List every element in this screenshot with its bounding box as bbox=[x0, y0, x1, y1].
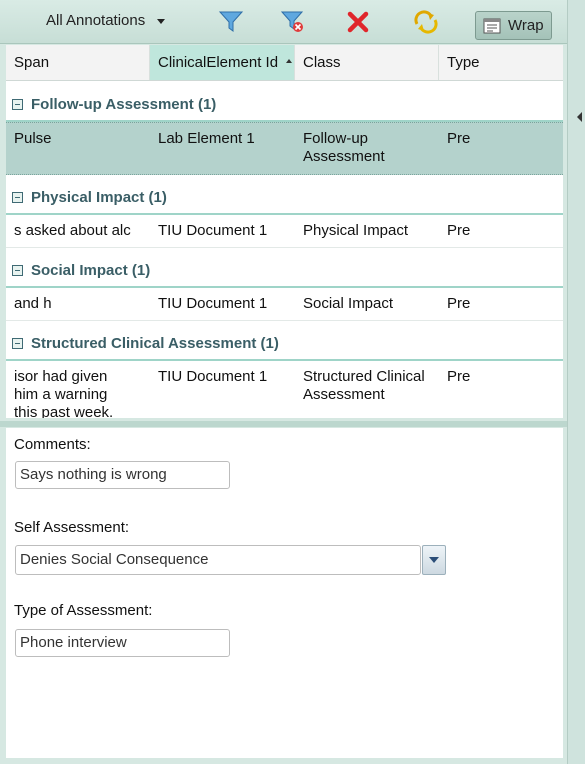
collapse-icon[interactable] bbox=[12, 192, 23, 203]
table-row[interactable]: s asked about alc TIU Document 1 Physica… bbox=[6, 215, 563, 248]
grid-header: Span ClinicalElement Id Class Type bbox=[6, 45, 563, 81]
chevron-down-icon[interactable] bbox=[422, 545, 446, 575]
cell-type: Pre bbox=[447, 130, 471, 147]
annotation-detail-form: Comments: Says nothing is wrong Self Ass… bbox=[6, 428, 563, 758]
column-header-clinical-element-id[interactable]: ClinicalElement Id bbox=[150, 45, 295, 80]
group-label: Structured Clinical Assessment (1) bbox=[31, 335, 279, 352]
self-assessment-select[interactable]: Denies Social Consequence bbox=[15, 545, 421, 575]
group-header-follow-up-assessment[interactable]: Follow-up Assessment (1) bbox=[6, 87, 563, 122]
annotation-filter-dropdown[interactable]: All Annotations bbox=[46, 9, 166, 33]
collapse-icon[interactable] bbox=[12, 265, 23, 276]
annotation-filter-label: All Annotations bbox=[46, 12, 146, 29]
table-row[interactable]: Pulse Lab Element 1 Follow-up Assessment… bbox=[6, 122, 563, 175]
wrap-button[interactable]: Wrap bbox=[475, 11, 552, 40]
splitter[interactable] bbox=[0, 421, 567, 427]
refresh-icon[interactable] bbox=[413, 10, 439, 34]
cell-clinical-element-id: TIU Document 1 bbox=[158, 222, 268, 239]
cell-span: isor had given him a warning this past w… bbox=[14, 368, 114, 418]
filter-icon[interactable] bbox=[218, 10, 244, 34]
cell-class: Structured Clinical Assessment bbox=[303, 368, 425, 403]
cell-type: Pre bbox=[447, 295, 471, 312]
cell-type: Pre bbox=[447, 222, 471, 239]
type-of-assessment-label: Type of Assessment: bbox=[14, 602, 153, 619]
annotation-toolbar: All Annotations Wrap bbox=[0, 0, 567, 44]
column-header-clinical-element-id-label: ClinicalElement Id bbox=[158, 54, 279, 71]
side-panel-collapse-bar[interactable] bbox=[567, 0, 585, 764]
cell-clinical-element-id: TIU Document 1 bbox=[158, 295, 268, 312]
type-of-assessment-field[interactable]: Phone interview bbox=[15, 629, 230, 657]
group-header-structured-clinical-assessment[interactable]: Structured Clinical Assessment (1) bbox=[6, 326, 563, 361]
cell-span: and h bbox=[14, 295, 52, 312]
table-row[interactable]: isor had given him a warning this past w… bbox=[6, 361, 563, 418]
table-row[interactable]: and h TIU Document 1 Social Impact Pre bbox=[6, 288, 563, 321]
group-label: Physical Impact (1) bbox=[31, 189, 167, 206]
column-header-type[interactable]: Type bbox=[439, 45, 563, 80]
delete-icon[interactable] bbox=[345, 10, 371, 34]
chevron-down-icon bbox=[157, 18, 166, 24]
cell-type: Pre bbox=[447, 368, 471, 385]
cell-clinical-element-id: TIU Document 1 bbox=[158, 368, 268, 385]
cell-class: Physical Impact bbox=[303, 222, 409, 239]
column-header-span[interactable]: Span bbox=[6, 45, 150, 80]
comments-label: Comments: bbox=[14, 436, 91, 453]
clear-filter-icon[interactable] bbox=[280, 10, 306, 34]
cell-span: Pulse bbox=[14, 130, 52, 147]
comments-field[interactable]: Says nothing is wrong bbox=[15, 461, 230, 489]
wrap-icon bbox=[483, 18, 501, 34]
chevron-left-icon[interactable] bbox=[577, 112, 582, 122]
cell-class: Follow-up Assessment bbox=[303, 130, 385, 165]
cell-class: Social Impact bbox=[303, 295, 394, 312]
group-header-social-impact[interactable]: Social Impact (1) bbox=[6, 253, 563, 288]
cell-span: s asked about alc bbox=[14, 222, 131, 239]
annotations-grid: Span ClinicalElement Id Class Type Follo… bbox=[6, 45, 563, 418]
collapse-icon[interactable] bbox=[12, 338, 23, 349]
column-header-type-label: Type bbox=[447, 54, 480, 71]
group-label: Social Impact (1) bbox=[31, 262, 151, 279]
group-label: Follow-up Assessment (1) bbox=[31, 96, 217, 113]
column-header-class[interactable]: Class bbox=[295, 45, 439, 80]
column-header-class-label: Class bbox=[303, 54, 341, 71]
sort-ascending-icon bbox=[286, 59, 292, 63]
collapse-icon[interactable] bbox=[12, 99, 23, 110]
cell-clinical-element-id: Lab Element 1 bbox=[158, 130, 255, 147]
wrap-label: Wrap bbox=[508, 17, 544, 34]
column-header-span-label: Span bbox=[14, 54, 50, 71]
group-header-physical-impact[interactable]: Physical Impact (1) bbox=[6, 180, 563, 215]
self-assessment-label: Self Assessment: bbox=[14, 519, 130, 536]
